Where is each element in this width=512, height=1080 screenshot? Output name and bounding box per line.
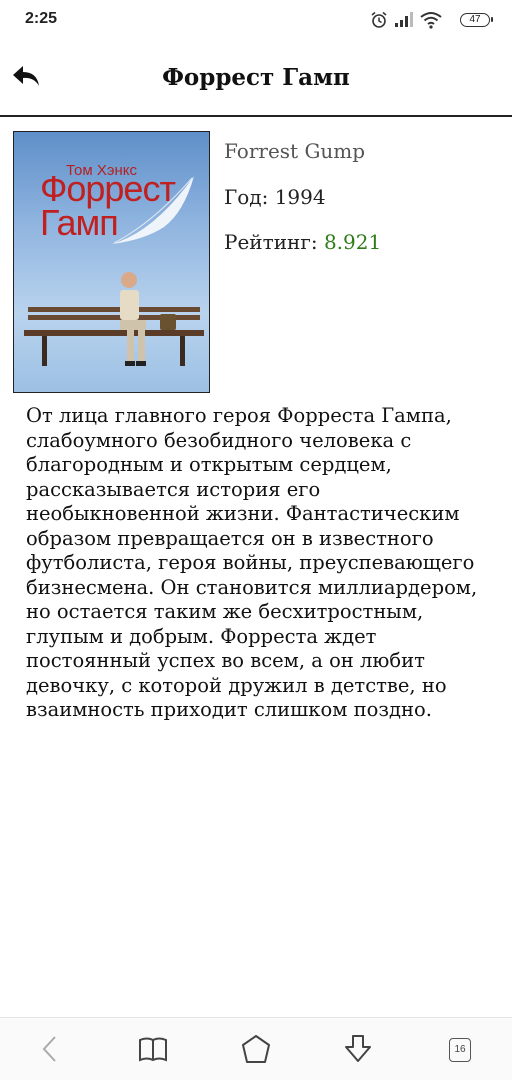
status-bar: 2:25 47 — [0, 0, 512, 40]
page-title: Форрест Гамп — [162, 64, 350, 91]
bookmarks-icon[interactable] — [136, 1032, 170, 1066]
year-value: 1994 — [274, 185, 326, 209]
movie-description: От лица главного героя Форреста Гампа, с… — [26, 404, 478, 721]
app-bar: Форрест Гамп — [0, 40, 512, 117]
status-icons: 47 — [370, 11, 493, 31]
movie-poster: Том Хэнкс Форрест Гамп — [13, 131, 210, 393]
tabs-button[interactable]: 16 — [443, 1032, 477, 1066]
download-icon[interactable] — [341, 1032, 375, 1066]
signal-icon — [395, 12, 413, 27]
movie-info: Forrest Gump Год: 1994 Рейтинг: 8.921 — [224, 136, 381, 254]
home-icon[interactable] — [239, 1032, 273, 1066]
alarm-icon — [371, 11, 387, 28]
status-time: 2:25 — [25, 10, 58, 27]
original-title: Forrest Gump — [224, 139, 366, 163]
browser-nav-bar: 16 — [0, 1017, 512, 1080]
battery-indicator: 47 — [460, 13, 493, 27]
rating-value: 8.921 — [323, 230, 382, 254]
tab-count: 16 — [449, 1038, 471, 1062]
rating-label: Рейтинг: — [224, 230, 318, 254]
back-icon[interactable] — [34, 1032, 68, 1066]
year-row: Год: 1994 — [224, 185, 326, 209]
year-label: Год: — [224, 185, 269, 209]
rating-row: Рейтинг: 8.921 — [224, 230, 381, 254]
poster-title: Форрест Гамп — [40, 168, 176, 243]
wifi-icon — [420, 12, 442, 29]
